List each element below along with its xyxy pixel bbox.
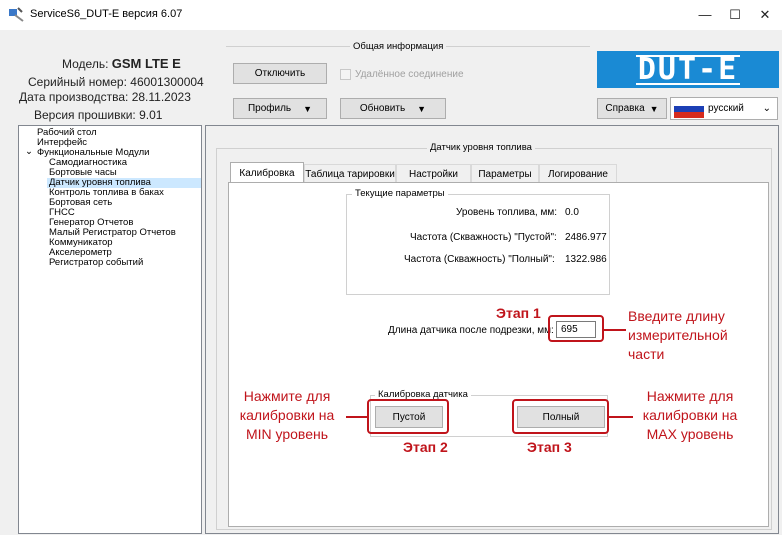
app-icon bbox=[9, 7, 24, 22]
tab-logging[interactable]: Логирование bbox=[539, 164, 617, 183]
step2-connector bbox=[346, 416, 367, 418]
step1-connector bbox=[604, 329, 626, 331]
max-hint-line1: Нажмите для bbox=[646, 388, 734, 404]
remote-label: Удалённое соединение bbox=[355, 69, 464, 80]
serial-label: Серийный номер: bbox=[28, 75, 127, 89]
freq-empty-value: 2486.977 bbox=[565, 232, 607, 243]
freq-empty-label: Частота (Скважность) "Пустой": bbox=[410, 232, 557, 243]
length-hint: Введите длину измерительной части bbox=[628, 307, 728, 364]
title-bar: ServiceS6_DUT-E версия 6.07 — ☐ ✕ bbox=[0, 0, 782, 30]
step3-connector bbox=[609, 416, 633, 418]
model-row: Модель: GSM LTE E bbox=[62, 56, 181, 71]
current-params-title: Текущие параметры bbox=[352, 188, 448, 199]
length-hint-line2: измерительной bbox=[628, 327, 728, 343]
tree-expander-icon[interactable]: ⌄ bbox=[25, 147, 33, 157]
fuel-level-value: 0.0 bbox=[565, 207, 579, 218]
dropdown-arrow-icon: ▼ bbox=[303, 103, 313, 114]
tree-item-event-recorder[interactable]: Регистратор событий bbox=[49, 258, 143, 268]
module-tree[interactable]: Рабочий стол Интерфейс ⌄ Функциональные … bbox=[18, 125, 202, 534]
serial-value: 46001300004 bbox=[130, 75, 204, 89]
tab-tariff-table[interactable]: Таблица тарировки bbox=[304, 164, 396, 183]
profile-label: Профиль bbox=[247, 103, 292, 114]
minimize-button[interactable]: — bbox=[690, 4, 720, 26]
freq-full-value: 1322.986 bbox=[565, 254, 607, 265]
step1-label: Этап 1 bbox=[496, 305, 541, 321]
max-hint-line2: калибровки на bbox=[642, 407, 738, 423]
length-hint-line3: части bbox=[628, 346, 665, 362]
close-button[interactable]: ✕ bbox=[750, 4, 780, 26]
help-label: Справка bbox=[605, 103, 645, 114]
step3-highlight bbox=[512, 399, 609, 434]
length-label: Длина датчика после подрезки, мм: bbox=[388, 325, 554, 336]
logo-text: DUT-E bbox=[635, 51, 741, 87]
remote-checkbox[interactable] bbox=[340, 69, 351, 80]
dut-e-logo: DUT-E bbox=[597, 51, 779, 88]
update-dropdown[interactable]: Обновить ▼ bbox=[340, 98, 446, 119]
update-label: Обновить bbox=[359, 103, 406, 114]
fuel-level-label: Уровень топлива, мм: bbox=[456, 207, 558, 218]
length-hint-line1: Введите длину bbox=[628, 308, 725, 324]
language-select[interactable]: русский ⌄ bbox=[670, 97, 778, 120]
min-hint-line1: Нажмите для bbox=[243, 388, 331, 404]
step2-highlight bbox=[367, 399, 449, 434]
maximize-button[interactable]: ☐ bbox=[720, 4, 750, 26]
tab-parameters[interactable]: Параметры bbox=[471, 164, 539, 183]
freq-full-label: Частота (Скважность) "Полный": bbox=[404, 254, 555, 265]
chevron-down-icon: ⌄ bbox=[762, 103, 771, 114]
disconnect-button[interactable]: Отключить bbox=[233, 63, 327, 84]
firmware-label: Версия прошивки: bbox=[34, 108, 136, 122]
profile-dropdown[interactable]: Профиль ▼ bbox=[233, 98, 327, 119]
tab-settings[interactable]: Настройки bbox=[396, 164, 471, 183]
language-label: русский bbox=[708, 103, 744, 114]
step1-highlight bbox=[548, 315, 604, 342]
tab-calibration[interactable]: Калибровка bbox=[230, 162, 304, 183]
step2-label: Этап 2 bbox=[403, 439, 448, 455]
model-label: Модель: bbox=[62, 57, 109, 71]
sensor-group-title: Датчик уровня топлива bbox=[427, 142, 535, 153]
russian-flag-icon bbox=[674, 99, 704, 118]
max-hint: Нажмите для калибровки на MAX уровень bbox=[633, 387, 747, 444]
window-title: ServiceS6_DUT-E версия 6.07 bbox=[30, 8, 183, 20]
step3-label: Этап 3 bbox=[527, 439, 572, 455]
help-dropdown[interactable]: Справка ▼ bbox=[597, 98, 667, 119]
model-value: GSM LTE E bbox=[111, 56, 181, 71]
min-hint-line2: калибровки на bbox=[239, 407, 335, 423]
general-info-title: Общая информация bbox=[350, 41, 447, 52]
date-row: Дата производства: 28.11.2023 bbox=[19, 90, 191, 104]
date-label: Дата производства: bbox=[19, 90, 129, 104]
max-hint-line3: MAX уровень bbox=[646, 426, 734, 442]
date-value: 28.11.2023 bbox=[131, 90, 191, 104]
min-hint: Нажмите для калибровки на MIN уровень bbox=[230, 387, 344, 444]
firmware-value: 9.01 bbox=[139, 108, 163, 122]
serial-row: Серийный номер: 46001300004 bbox=[28, 75, 204, 89]
firmware-row: Версия прошивки: 9.01 bbox=[34, 108, 162, 122]
dropdown-arrow-icon: ▼ bbox=[649, 103, 659, 114]
dropdown-arrow-icon: ▼ bbox=[417, 103, 427, 114]
min-hint-line3: MIN уровень bbox=[245, 426, 329, 442]
